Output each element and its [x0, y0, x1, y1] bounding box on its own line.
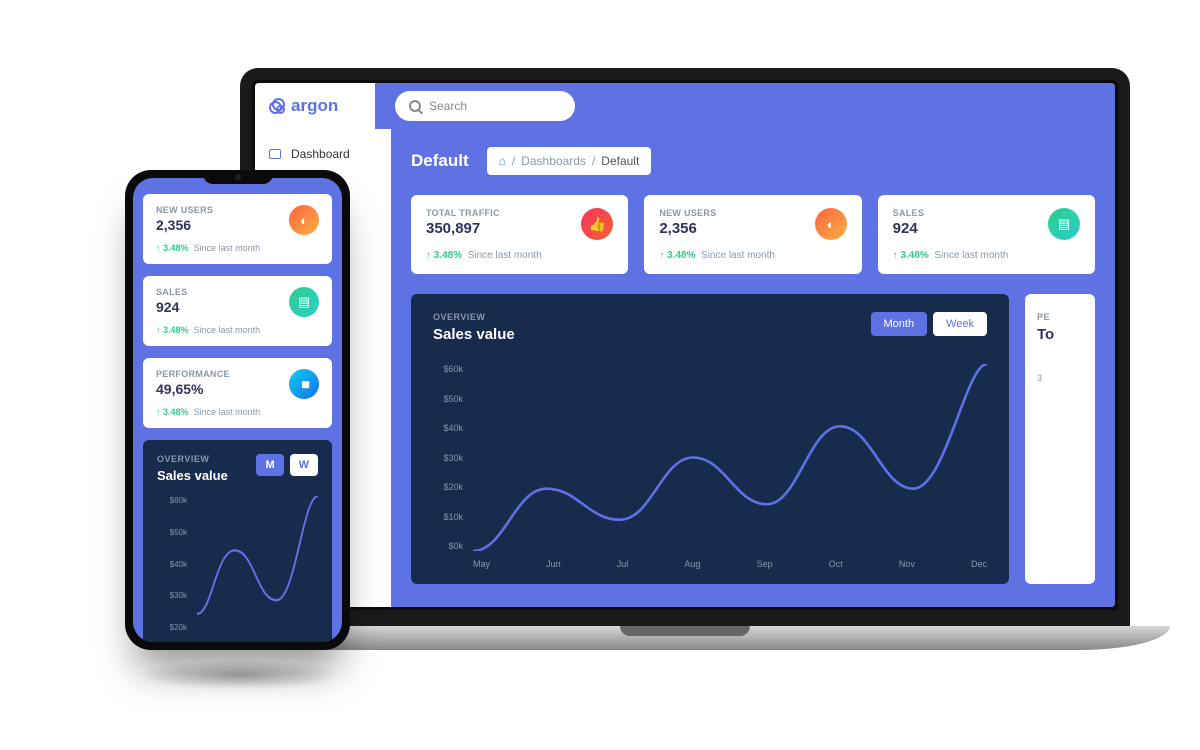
chart-overview-label: OVERVIEW: [157, 454, 228, 464]
card-footer: ↑ 3.48% Since last month: [659, 250, 846, 261]
x-axis: MayJunJulAugSepOctNovDec: [473, 559, 987, 569]
sidebar-item-label: Dashboard: [291, 147, 350, 161]
month-button[interactable]: M: [256, 454, 283, 476]
pie-chart-icon: [289, 205, 319, 235]
card-label: NEW USERS: [659, 208, 716, 218]
chart-toggle: Month Week: [871, 312, 988, 336]
thumb-up-icon: 👍: [581, 208, 613, 240]
money-icon: [1048, 208, 1080, 240]
month-button[interactable]: Month: [871, 312, 928, 336]
card-value: 350,897: [426, 220, 500, 237]
sidebar-item-dashboard[interactable]: Dashboard: [255, 139, 391, 169]
chart-title: Sales value: [157, 468, 228, 483]
phone-screen: NEW USERS 2,356 ↑ 3.48% Since last month…: [133, 178, 342, 642]
main-content: Default ⌂ / Dashboards / Default TOTAL T…: [391, 129, 1115, 607]
stat-cards: TOTAL TRAFFIC 350,897 👍 ↑ 3.48% Since la…: [411, 195, 1095, 274]
laptop-frame: argon Search Dashboard Icons Default ⌂ /…: [240, 68, 1130, 650]
page-header: Default ⌂ / Dashboards / Default: [411, 147, 1095, 175]
card-footer: ↑ 3.48% Since last month: [156, 243, 319, 253]
phone-camera: [235, 174, 241, 180]
secondary-chart: PE To 3: [1025, 294, 1095, 584]
brand-text: argon: [291, 96, 338, 116]
card-value: 2,356: [659, 220, 716, 237]
chart-plot: [473, 364, 987, 551]
y-axis: $60k$50k$40k$30k$20k$10k$0k: [433, 364, 463, 551]
card-performance: PERFORMANCE 49,65% ↑ 3.48% Since last mo…: [143, 358, 332, 428]
brand-logo[interactable]: argon: [255, 83, 375, 129]
card-label: SALES: [893, 208, 925, 218]
search-icon: [409, 100, 421, 112]
week-button[interactable]: Week: [933, 312, 987, 336]
search-placeholder: Search: [429, 99, 467, 113]
app-body: Dashboard Icons Default ⌂ / Dashboards /…: [255, 129, 1115, 607]
breadcrumb-current: Default: [601, 154, 639, 168]
card-label: NEW USERS: [156, 205, 213, 215]
pie-chart-icon: [815, 208, 847, 240]
home-icon[interactable]: ⌂: [499, 154, 506, 168]
tv-icon: [269, 149, 281, 159]
card-new-users: NEW USERS 2,356 ↑ 3.48% Since last month: [644, 195, 861, 274]
card-label: TOTAL TRAFFIC: [426, 208, 500, 218]
app-header: argon Search: [255, 83, 1115, 129]
chart-overview-label: PE: [1037, 312, 1083, 322]
card-sales: SALES 924 ↑ 3.48% Since last month: [143, 276, 332, 346]
card-footer: ↑ 3.48% Since last month: [426, 250, 613, 261]
chart-title: To: [1037, 326, 1083, 343]
card-footer: ↑ 3.48% Since last month: [156, 325, 319, 335]
card-sales: SALES 924 ↑ 3.48% Since last month: [878, 195, 1095, 274]
card-new-users: NEW USERS 2,356 ↑ 3.48% Since last month: [143, 194, 332, 264]
card-footer: ↑ 3.48% Since last month: [156, 407, 319, 417]
chart-body: $60k$50k$40k$30k$20k: [157, 496, 318, 642]
card-value: 2,356: [156, 217, 213, 233]
card-value: 49,65%: [156, 381, 230, 397]
breadcrumb: ⌂ / Dashboards / Default: [487, 147, 652, 175]
brand-icon: [269, 98, 285, 114]
page-title: Default: [411, 151, 469, 171]
bar-chart-icon: [289, 369, 319, 399]
app-viewport: argon Search Dashboard Icons Default ⌂ /…: [255, 83, 1115, 607]
chart-row: OVERVIEW Sales value Month Week $60k$50k…: [411, 294, 1095, 584]
search-input[interactable]: Search: [395, 91, 575, 121]
y-axis: $60k$50k$40k$30k$20k: [157, 496, 187, 632]
money-icon: [289, 287, 319, 317]
phone-frame: NEW USERS 2,356 ↑ 3.48% Since last month…: [125, 170, 350, 650]
sales-chart: OVERVIEW Sales value Month Week $60k$50k…: [411, 294, 1009, 584]
week-button[interactable]: W: [290, 454, 318, 476]
card-total-traffic: TOTAL TRAFFIC 350,897 👍 ↑ 3.48% Since la…: [411, 195, 628, 274]
card-value: 924: [893, 220, 925, 237]
sales-chart: OVERVIEW Sales value M W $60k$50k$40k$30…: [143, 440, 332, 642]
phone-content: NEW USERS 2,356 ↑ 3.48% Since last month…: [133, 178, 342, 642]
breadcrumb-mid[interactable]: Dashboards: [521, 154, 586, 168]
laptop-screen: argon Search Dashboard Icons Default ⌂ /…: [240, 68, 1130, 628]
chart-title: Sales value: [433, 326, 515, 343]
phone-shadow: [140, 660, 340, 690]
chart-body: $60k$50k$40k$30k$20k$10k$0k MayJunJulAug…: [433, 364, 987, 569]
card-label: SALES: [156, 287, 188, 297]
card-value: 924: [156, 299, 188, 315]
chart-plot: [197, 496, 318, 632]
card-label: PERFORMANCE: [156, 369, 230, 379]
chart-toggle: M W: [256, 454, 318, 476]
card-footer: ↑ 3.48% Since last month: [893, 250, 1080, 261]
chart-overview-label: OVERVIEW: [433, 312, 515, 322]
